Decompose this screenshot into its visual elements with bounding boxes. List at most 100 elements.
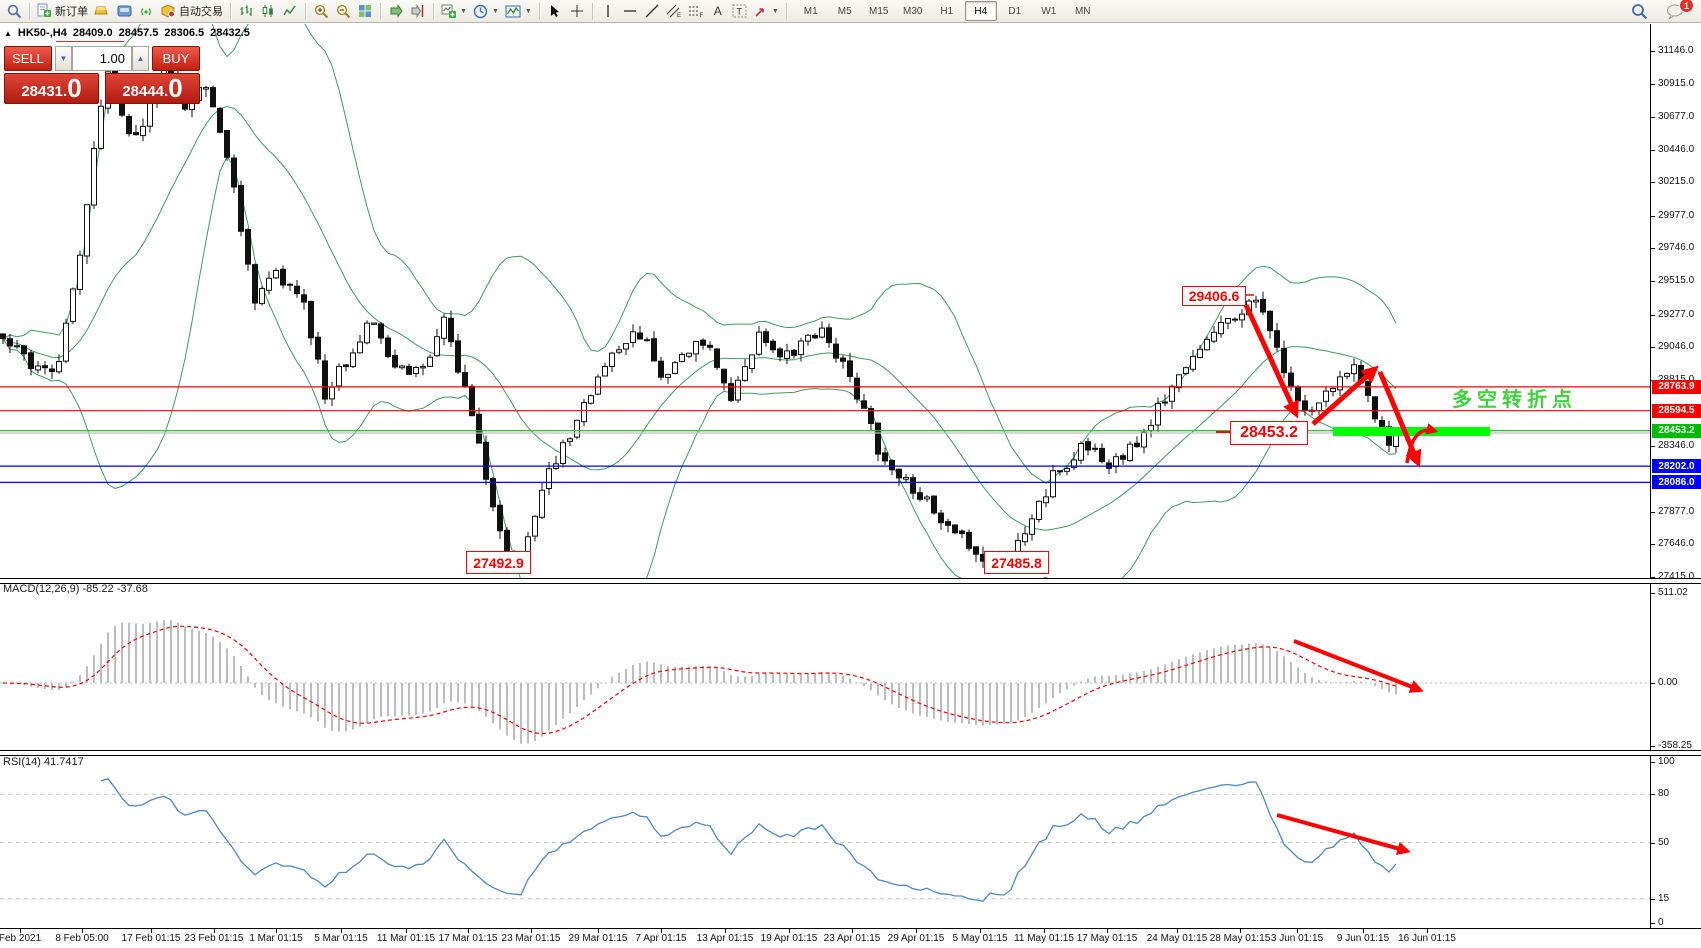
candle-body [406, 365, 412, 375]
annotation-pivot-text[interactable]: 多空转折点 [1452, 383, 1577, 412]
bar-chart-button[interactable] [235, 1, 257, 21]
volume-input[interactable] [72, 46, 132, 71]
tile-windows-button[interactable] [354, 1, 376, 21]
sell-button[interactable]: SELL [4, 46, 52, 71]
sell-price[interactable]: 28431. 0 [4, 73, 99, 104]
price-axis[interactable]: 31146.0 30915.0 30677.0 30446.0 30215.0 29977… [1650, 24, 1701, 928]
gold-ingot-icon [94, 6, 108, 15]
timeframe-button-M15[interactable]: M15 [863, 1, 895, 21]
auto-scroll-button[interactable] [385, 1, 407, 21]
timeframe-button-M30[interactable]: M30 [897, 1, 929, 21]
chart-profile-button[interactable] [3, 1, 25, 21]
new-chart-button[interactable]: ▼ [438, 1, 470, 21]
candle-body [1372, 396, 1378, 420]
date-tick-mark [1297, 929, 1298, 933]
pane-divider[interactable] [0, 750, 1701, 756]
price-tick-label: 27877.0 [1658, 505, 1695, 517]
search-button[interactable] [1628, 1, 1651, 21]
annotation-low-march-label[interactable]: 27492.9 [466, 551, 531, 574]
candle-body [1323, 390, 1329, 402]
signals-button[interactable] [135, 1, 157, 21]
volume-decrease-button[interactable]: ▼ [55, 46, 72, 71]
toolbar-separator [380, 2, 381, 20]
candle-body [1253, 299, 1259, 303]
autotrading-button[interactable]: 自动交易 [157, 1, 226, 21]
timeframe-button-MN[interactable]: MN [1067, 1, 1099, 21]
line-chart-button[interactable] [279, 1, 301, 21]
candle-body [889, 459, 895, 471]
pane-divider[interactable] [0, 578, 1701, 584]
candle-body [420, 366, 426, 369]
buy-price[interactable]: 28444. 0 [105, 73, 200, 104]
candle-body [1155, 403, 1161, 426]
timeframe-button-H1[interactable]: H1 [931, 1, 963, 21]
timeframe-button-H4[interactable]: H4 [964, 1, 997, 21]
candle-body [644, 339, 650, 342]
fibonacci-button[interactable]: F [685, 1, 707, 21]
market-watch-button[interactable] [91, 1, 113, 21]
svg-text:E: E [677, 13, 681, 18]
volume-increase-button[interactable]: ▲ [132, 46, 149, 71]
axis-tick-mark [1651, 248, 1655, 250]
equidistant-channel-button[interactable]: E [663, 1, 685, 21]
candle-body [728, 383, 734, 401]
horizontal-line-button[interactable] [619, 1, 641, 21]
trendline-button[interactable] [641, 1, 663, 21]
axis-tick-mark [1651, 117, 1655, 119]
price-level-badge: 28202.0 [1652, 459, 1701, 474]
timeframe-button-D1[interactable]: D1 [999, 1, 1031, 21]
vertical-line-button[interactable] [597, 1, 619, 21]
timeframe-button-M5[interactable]: M5 [829, 1, 861, 21]
cursor-button[interactable] [544, 1, 566, 21]
annotation-pivot-label[interactable]: 28453.2 [1230, 421, 1308, 445]
toolbar-separator [305, 2, 306, 20]
community-button[interactable] [113, 1, 135, 21]
timeframe-button-W1[interactable]: W1 [1033, 1, 1065, 21]
timeframe-button-M1[interactable]: M1 [795, 1, 827, 21]
candle-body [1274, 330, 1280, 348]
periods-button[interactable]: ▼ [470, 1, 502, 21]
new-order-button[interactable]: 新订单 [34, 1, 91, 21]
price-level-badge: 28453.2 [1652, 423, 1701, 438]
candle-body [910, 477, 916, 494]
candle-body [546, 468, 552, 489]
candle-body [630, 331, 636, 343]
candle-body [812, 335, 818, 339]
ohlc-close: 28432.5 [210, 27, 250, 39]
candle-body [1029, 518, 1035, 535]
price-tick-label: 29046.0 [1658, 341, 1695, 353]
main-chart-canvas[interactable] [0, 24, 1650, 578]
buy-button[interactable]: BUY [152, 46, 200, 71]
axis-tick-mark [1651, 347, 1655, 349]
price-tick-label: 29977.0 [1658, 209, 1695, 221]
annotation-swing-high-label[interactable]: 29406.6 [1182, 286, 1246, 306]
text-button[interactable]: A [707, 1, 729, 21]
price-tick-label: 29277.0 [1658, 308, 1695, 320]
price-level-badge: 28086.0 [1652, 475, 1701, 490]
chart-shift-button[interactable] [407, 1, 429, 21]
indicators-button[interactable]: ▼ [502, 1, 535, 21]
price-tick-label: 29515.0 [1658, 274, 1695, 286]
rsi-pane[interactable] [0, 754, 1650, 926]
zoom-out-button[interactable] [332, 1, 354, 21]
crosshair-button[interactable] [566, 1, 588, 21]
collapse-panel-icon[interactable]: ▲ [4, 29, 12, 38]
annotation-low-may-label[interactable]: 27485.8 [984, 551, 1049, 574]
notifications-button[interactable]: 1 [1663, 0, 1694, 21]
chart-shift-icon [411, 4, 424, 18]
candle-body [21, 345, 27, 355]
macd-tick-label: 511.02 [1658, 587, 1688, 599]
date-axis[interactable]: Feb 2021 8 Feb 05:00 17 Feb 01:15 23 Feb 01… [0, 928, 1701, 948]
macd-pane[interactable] [0, 582, 1650, 750]
date-label: 29 Mar 01:15 [568, 933, 628, 944]
arrows-shapes-button[interactable]: ▼ [751, 1, 782, 21]
candle-body [784, 350, 790, 359]
candle-body [966, 531, 972, 549]
date-label: 13 Apr 01:15 [696, 933, 754, 944]
candlestick-chart-button[interactable] [257, 1, 279, 21]
toolbar-right-group: 1 [1628, 0, 1698, 21]
macd-signal-line [2, 625, 1397, 735]
candle-body [1365, 380, 1371, 396]
zoom-in-button[interactable] [310, 1, 332, 21]
text-label-button[interactable]: T [729, 1, 751, 21]
